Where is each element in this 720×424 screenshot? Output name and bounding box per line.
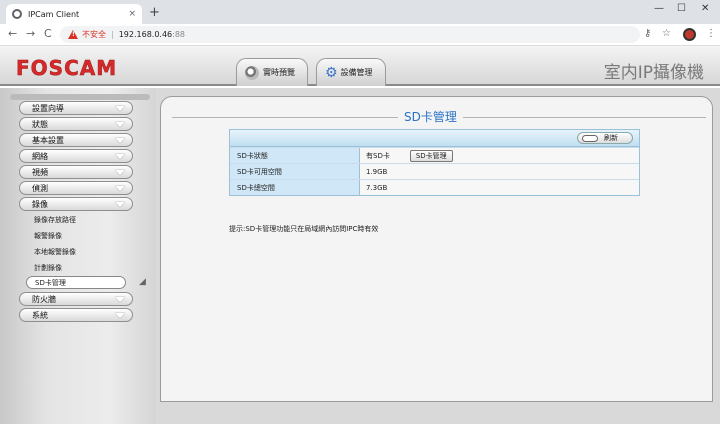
chevron-down-icon [112, 120, 128, 128]
chevron-down-icon [112, 104, 128, 112]
tab-device-management-label: 設備管理 [340, 68, 373, 77]
sidebar-top-bar [10, 94, 150, 100]
bookmark-star-icon[interactable]: ☆ [662, 28, 671, 39]
chevron-down-icon [112, 184, 128, 192]
window-close-button[interactable]: ✕ [701, 3, 709, 14]
sidebar-item-video[interactable]: 視頻 [19, 165, 133, 179]
sidebar-item-label: 系統 [32, 310, 48, 320]
sidebar-item-label: 狀態 [32, 119, 48, 129]
sidebar-item-label: 錄像 [32, 199, 48, 209]
sidebar-item-basic-settings[interactable]: 基本設置 [19, 133, 133, 147]
maximize-button[interactable]: ☐ [677, 3, 686, 14]
new-tab-button[interactable]: + [149, 5, 160, 20]
sidebar-item-label: 設置向導 [32, 103, 64, 113]
row-label: SD卡總空間 [230, 180, 360, 195]
tab-device-management[interactable]: ⚙ 設備管理 [316, 58, 386, 86]
brand-title: 室内IP攝像機 [603, 63, 704, 83]
sidebar-item-label: 防火牆 [32, 294, 56, 304]
browser-tab[interactable]: IPCam Client × [6, 4, 142, 24]
tab-close-icon[interactable]: × [128, 9, 136, 19]
tip-text: 提示:SD卡管理功能只在局域網內訪問IPC時有效 [229, 225, 379, 233]
forward-button[interactable]: → [26, 27, 35, 40]
refresh-button[interactable]: 刷新 [577, 132, 633, 144]
row-value: 有SD卡 [366, 151, 390, 160]
chevron-down-icon [112, 136, 128, 144]
submenu-schedule-record[interactable]: 計劃錄像 [34, 263, 62, 273]
tab-title: IPCam Client [28, 9, 80, 19]
url-host: 192.168.0.46 [118, 30, 173, 39]
app-header: FOSCAM 實時預覽 ⚙ 設備管理 室内IP攝像機 [0, 46, 720, 86]
submenu-record-path[interactable]: 錄像存放路徑 [34, 215, 76, 225]
sidebar-item-label: 網絡 [32, 151, 48, 161]
sd-card-manage-button[interactable]: SD卡管理 [409, 149, 453, 162]
submenu-alarm-record[interactable]: 報警錄像 [34, 231, 62, 241]
browser-menu-icon[interactable]: ⋮ [706, 28, 716, 39]
table-header: 刷新 [230, 130, 639, 147]
row-label: SD卡可用空間 [230, 164, 360, 179]
back-button[interactable]: ← [8, 27, 17, 40]
sidebar-item-setup-wizard[interactable]: 設置向導 [19, 101, 133, 115]
sd-card-table: 刷新 SD卡狀態 有SD卡 SD卡管理 SD卡可用空間 1.9GB SD卡總空間… [229, 129, 640, 196]
security-status[interactable]: 不安全 [82, 29, 106, 40]
profile-avatar[interactable] [683, 28, 696, 41]
browser-tabstrip: IPCam Client × + — ☐ ✕ [0, 0, 720, 24]
selected-pointer-icon: ◢ [139, 277, 146, 287]
tab-live-view[interactable]: 實時預覽 [236, 58, 308, 86]
warning-icon [68, 30, 78, 39]
tab-live-view-label: 實時預覽 [263, 68, 295, 77]
table-row: SD卡總空間 7.3GB [230, 179, 639, 195]
table-row: SD卡可用空間 1.9GB [230, 163, 639, 179]
sidebar-item-detection[interactable]: 偵測 [19, 181, 133, 195]
minimize-button[interactable]: — [654, 3, 664, 14]
sidebar-item-system[interactable]: 系統 [19, 308, 133, 322]
camera-icon [245, 65, 259, 80]
gear-icon: ⚙ [325, 64, 338, 81]
submenu-selected-label: SD卡管理 [35, 278, 66, 287]
chevron-down-icon [112, 311, 128, 319]
row-value: 7.3GB [360, 180, 639, 195]
row-label: SD卡狀態 [230, 148, 360, 163]
foscam-logo: FOSCAM [16, 56, 118, 81]
sidebar-item-network[interactable]: 網絡 [19, 149, 133, 163]
sidebar-item-recording[interactable]: 錄像 [19, 197, 133, 211]
sidebar-item-label: 偵測 [32, 183, 48, 193]
url-port: :88 [172, 30, 186, 39]
chevron-down-icon [112, 168, 128, 176]
sidebar-item-label: 視頻 [32, 167, 48, 177]
sidebar-item-firewall[interactable]: 防火牆 [19, 292, 133, 306]
chevron-down-icon [112, 152, 128, 160]
chevron-down-icon [112, 295, 128, 303]
browser-toolbar: ← → C 不安全 | 192.168.0.46 :88 ⚷ ☆ ⋮ [0, 24, 720, 46]
sidebar-item-label: 基本設置 [32, 135, 64, 145]
address-bar[interactable]: 不安全 | 192.168.0.46 :88 [60, 26, 640, 43]
row-value: 1.9GB [360, 164, 639, 179]
address-separator: | [111, 30, 114, 39]
tab-favicon-icon [12, 9, 22, 19]
toggle-icon [582, 134, 598, 142]
chevron-down-icon [112, 200, 128, 208]
table-row: SD卡狀態 有SD卡 SD卡管理 [230, 147, 639, 163]
submenu-local-alarm-record[interactable]: 本地報警錄像 [34, 247, 76, 257]
reload-button[interactable]: C [44, 27, 52, 40]
refresh-label: 刷新 [604, 134, 618, 142]
submenu-sd-card-management[interactable]: SD卡管理 [26, 276, 126, 289]
page-title: SD卡管理 [398, 108, 463, 125]
sidebar-item-status[interactable]: 狀態 [19, 117, 133, 131]
row-value-cell: 有SD卡 SD卡管理 [360, 148, 639, 163]
key-icon[interactable]: ⚷ [644, 28, 651, 39]
